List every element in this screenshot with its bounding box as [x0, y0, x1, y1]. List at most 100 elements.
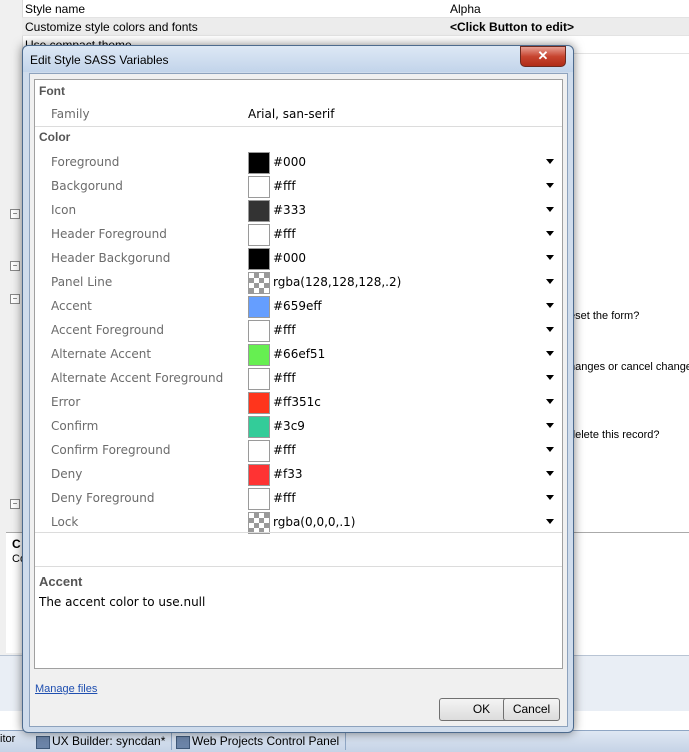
color-row[interactable]: Accent Foreground #fff [35, 318, 562, 342]
expander-icon[interactable]: − [10, 294, 20, 304]
dialog-client-area: Font Family Arial, san-serif Color Foreg… [29, 73, 568, 727]
group-font: Font [35, 80, 562, 102]
color-row[interactable]: Confirm Foreground #fff [35, 438, 562, 462]
variable-value[interactable]: #3c9 [273, 419, 305, 433]
variable-value[interactable]: #fff [273, 179, 296, 193]
color-row[interactable]: Deny Foreground #fff [35, 486, 562, 510]
dropdown-arrow-icon[interactable] [546, 423, 554, 428]
taskbar-left-text: itor [0, 733, 16, 745]
color-swatch[interactable] [248, 344, 270, 366]
description-text: The accent color to use.null [39, 595, 206, 609]
color-swatch[interactable] [248, 152, 270, 174]
color-row[interactable]: Lock rgba(0,0,0,.1) [35, 510, 562, 534]
font-row-family[interactable]: Family Arial, san-serif [35, 102, 562, 126]
color-row[interactable]: Header Foreground #fff [35, 222, 562, 246]
close-button[interactable]: ✕ [520, 46, 566, 67]
property-key: Customize style colors and fonts [25, 20, 198, 34]
window-icon [176, 736, 190, 749]
variable-value[interactable]: rgba(128,128,128,.2) [273, 275, 401, 289]
dropdown-arrow-icon[interactable] [546, 303, 554, 308]
color-swatch[interactable] [248, 512, 270, 534]
variable-label: Panel Line [51, 275, 113, 289]
variable-value[interactable]: Arial, san-serif [248, 107, 334, 121]
variable-label: Deny [51, 467, 83, 481]
color-swatch[interactable] [248, 320, 270, 342]
expander-icon[interactable]: − [10, 499, 20, 509]
taskbar-item-ux-builder[interactable]: UX Builder: syncdan* [32, 733, 173, 750]
variable-value[interactable]: #333 [273, 203, 306, 217]
property-value[interactable]: <Click Button to edit> [450, 20, 574, 34]
cancel-button[interactable]: Cancel [503, 698, 560, 721]
variable-label: Deny Foreground [51, 491, 155, 505]
close-icon: ✕ [537, 48, 549, 63]
color-swatch[interactable] [248, 488, 270, 510]
dropdown-arrow-icon[interactable] [546, 375, 554, 380]
dropdown-arrow-icon[interactable] [546, 183, 554, 188]
dropdown-arrow-icon[interactable] [546, 399, 554, 404]
taskbar-item-web-projects[interactable]: Web Projects Control Panel [172, 733, 347, 750]
color-row[interactable]: Header Backgorund #000 [35, 246, 562, 270]
color-swatch[interactable] [248, 176, 270, 198]
color-row[interactable]: Foreground #000 [35, 150, 562, 174]
color-swatch[interactable] [248, 440, 270, 462]
variable-value[interactable]: #fff [273, 323, 296, 337]
taskbar-item-label: UX Builder: syncdan* [52, 734, 166, 748]
variable-value[interactable]: #659eff [273, 299, 322, 313]
variable-value[interactable]: #fff [273, 371, 296, 385]
color-swatch[interactable] [248, 392, 270, 414]
variable-value[interactable]: #fff [273, 227, 296, 241]
color-swatch[interactable] [248, 416, 270, 438]
dropdown-arrow-icon[interactable] [546, 495, 554, 500]
color-row[interactable]: Icon #333 [35, 198, 562, 222]
variable-value[interactable]: #000 [273, 251, 306, 265]
color-row[interactable]: Error #ff351c [35, 390, 562, 414]
group-label: Color [39, 130, 71, 144]
color-swatch[interactable] [248, 224, 270, 246]
dropdown-arrow-icon[interactable] [546, 327, 554, 332]
color-row[interactable]: Alternate Accent #66ef51 [35, 342, 562, 366]
property-row-style-name[interactable]: Style name Alpha [22, 0, 689, 18]
manage-files-link[interactable]: Manage files [35, 683, 97, 695]
variable-value[interactable]: #fff [273, 491, 296, 505]
dialog-title-bar[interactable]: Edit Style SASS Variables ✕ [23, 46, 573, 72]
group-label: Font [39, 84, 65, 98]
variables-grid: Font Family Arial, san-serif Color Foreg… [34, 79, 563, 669]
taskbar: itor UX Builder: syncdan* Web Projects C… [0, 730, 689, 752]
expander-icon[interactable]: − [10, 209, 20, 219]
variable-value[interactable]: #ff351c [273, 395, 321, 409]
property-value: Alpha [450, 2, 481, 16]
dropdown-arrow-icon[interactable] [546, 231, 554, 236]
variable-label: Icon [51, 203, 77, 217]
dropdown-arrow-icon[interactable] [546, 351, 554, 356]
property-row-customize-style[interactable]: Customize style colors and fonts <Click … [22, 18, 689, 36]
dropdown-arrow-icon[interactable] [546, 471, 554, 476]
variable-value[interactable]: #000 [273, 155, 306, 169]
color-swatch[interactable] [248, 200, 270, 222]
variable-label: Lock [51, 515, 79, 529]
color-swatch[interactable] [248, 296, 270, 318]
color-swatch[interactable] [248, 368, 270, 390]
expander-icon[interactable]: − [10, 261, 20, 271]
variable-value[interactable]: #f33 [273, 467, 303, 481]
color-row[interactable]: Confirm #3c9 [35, 414, 562, 438]
dropdown-arrow-icon[interactable] [546, 447, 554, 452]
color-row[interactable]: Backgorund #fff [35, 174, 562, 198]
color-swatch[interactable] [248, 464, 270, 486]
variable-value[interactable]: rgba(0,0,0,.1) [273, 515, 355, 529]
variable-label: Alternate Accent Foreground [51, 371, 224, 385]
color-swatch[interactable] [248, 272, 270, 294]
variable-label: Header Foreground [51, 227, 167, 241]
dropdown-arrow-icon[interactable] [546, 255, 554, 260]
color-row[interactable]: Panel Line rgba(128,128,128,.2) [35, 270, 562, 294]
variable-value[interactable]: #66ef51 [273, 347, 325, 361]
property-key: Style name [25, 2, 86, 16]
dropdown-arrow-icon[interactable] [546, 207, 554, 212]
dropdown-arrow-icon[interactable] [546, 279, 554, 284]
dropdown-arrow-icon[interactable] [546, 519, 554, 524]
color-swatch[interactable] [248, 248, 270, 270]
color-row[interactable]: Alternate Accent Foreground #fff [35, 366, 562, 390]
color-row[interactable]: Accent #659eff [35, 294, 562, 318]
variable-value[interactable]: #fff [273, 443, 296, 457]
color-row[interactable]: Deny #f33 [35, 462, 562, 486]
dropdown-arrow-icon[interactable] [546, 159, 554, 164]
